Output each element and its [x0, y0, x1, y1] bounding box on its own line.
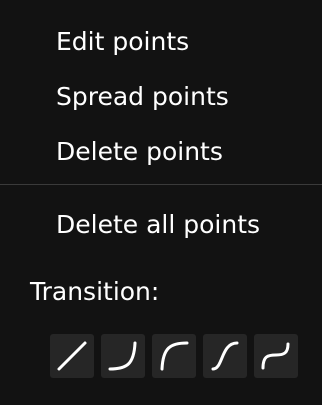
ease-in-out-curve-icon	[211, 341, 239, 371]
transition-s-curve-button[interactable]	[254, 334, 298, 378]
delete-all-points-item[interactable]: Delete all points	[0, 199, 322, 251]
linear-curve-icon	[57, 341, 87, 371]
context-menu: Edit points Spread points Delete points …	[0, 0, 322, 405]
transition-ease-out-button[interactable]	[152, 334, 196, 378]
spread-points-item[interactable]: Spread points	[0, 71, 322, 123]
edit-points-item[interactable]: Edit points	[0, 16, 322, 68]
transition-label: Transition:	[30, 277, 160, 306]
menu-divider	[0, 184, 322, 185]
delete-points-item[interactable]: Delete points	[0, 126, 322, 178]
transition-ease-in-button[interactable]	[101, 334, 145, 378]
transition-options	[50, 334, 300, 378]
ease-out-curve-icon	[160, 341, 189, 371]
ease-in-curve-icon	[108, 341, 137, 371]
transition-ease-in-out-button[interactable]	[203, 334, 247, 378]
transition-linear-button[interactable]	[50, 334, 94, 378]
s-curve-icon	[261, 342, 290, 370]
